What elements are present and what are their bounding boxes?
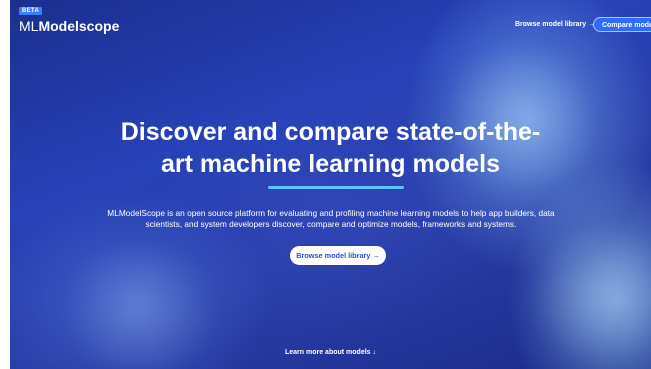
learn-more-link[interactable]: Learn more about models ↓ (10, 349, 651, 356)
browse-model-library-link[interactable]: Browse model library → (515, 21, 595, 28)
hero-section: BETA MLModelscope Browse model library →… (10, 0, 651, 369)
hero-description: MLModelScope is an open source platform … (107, 208, 555, 229)
smoke-decoration (530, 220, 651, 369)
title-divider (268, 186, 404, 189)
page-title: Discover and compare state-of-the- art m… (10, 116, 651, 180)
title-line-1: Discover and compare state-of-the- (120, 118, 541, 146)
browse-model-library-button[interactable]: Browse model library → (290, 246, 386, 265)
beta-badge: BETA (19, 7, 43, 15)
compare-models-button[interactable]: Compare models ∨ (593, 17, 651, 32)
logo-prefix: ML (19, 18, 39, 34)
title-line-2: art machine learning models (161, 150, 500, 178)
logo-name: Modelscope (38, 18, 120, 34)
logo[interactable]: MLModelscope (19, 17, 119, 35)
